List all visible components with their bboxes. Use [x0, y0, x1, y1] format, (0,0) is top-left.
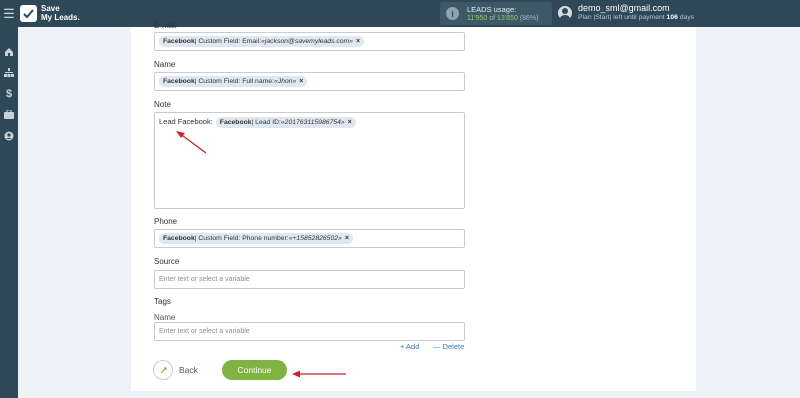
source-placeholder: Enter text or select a variable [159, 276, 250, 283]
sitemap-icon[interactable] [0, 62, 18, 83]
user-icon[interactable] [0, 125, 18, 146]
name-variable-chip[interactable]: Facebook | Custom Field: Full name: «Jho… [159, 76, 308, 87]
note-variable-chip[interactable]: Facebook | Lead ID: «201763115986754» × [215, 117, 356, 128]
tags-label: Tags [154, 297, 171, 306]
info-icon[interactable]: i [446, 7, 459, 20]
usage-title: LEADS usage: [467, 4, 517, 14]
remove-icon[interactable]: × [356, 38, 360, 45]
logo[interactable]: Save My Leads. [20, 4, 80, 22]
tag-name-placeholder: Enter text or select a variable [159, 328, 250, 335]
add-tag-link[interactable]: + Add [400, 342, 419, 351]
user-menu[interactable]: demo_sml@gmail.com Plan |Start| left unt… [558, 3, 694, 23]
menu-icon[interactable]: ☰ [0, 0, 18, 27]
dollar-icon[interactable]: $ [0, 83, 18, 104]
remove-icon[interactable]: × [345, 235, 349, 242]
phone-variable-chip[interactable]: Facebook | Custom Field: Phone number: «… [159, 233, 353, 244]
usage-count: 11'950 of 13'850 (86%) [467, 14, 539, 22]
back-button[interactable]: Back [153, 360, 198, 380]
note-prefix-text: Lead Facebook: [159, 117, 213, 126]
remove-icon[interactable]: × [299, 78, 303, 85]
phone-label: Phone [154, 217, 178, 226]
note-label: Note [154, 100, 171, 109]
source-field[interactable]: Enter text or select a variable [154, 270, 465, 289]
continue-button[interactable]: Continue [222, 360, 287, 380]
top-bar: ☰ Save My Leads. i LEADS usage: 11'950 o… [0, 0, 800, 27]
source-label: Source [154, 257, 180, 266]
phone-field[interactable]: Facebook | Custom Field: Phone number: «… [154, 229, 465, 248]
leads-usage-panel: i LEADS usage: 11'950 of 13'850 (86%) [440, 2, 552, 25]
email-variable-chip[interactable]: Facebook | Custom Field: Email: «jackson… [159, 36, 365, 47]
back-icon [153, 360, 173, 380]
back-label: Back [179, 365, 198, 375]
name-field[interactable]: Facebook | Custom Field: Full name: «Jho… [154, 72, 465, 91]
logo-check-icon [20, 5, 37, 22]
name-label: Name [154, 60, 176, 69]
note-textarea[interactable]: Lead Facebook: Facebook | Lead ID: «2017… [154, 112, 465, 209]
briefcase-icon[interactable] [0, 104, 18, 125]
logo-text: Save My Leads. [41, 4, 80, 22]
email-field[interactable]: Facebook | Custom Field: Email: «jackson… [154, 32, 465, 51]
remove-icon[interactable]: × [348, 119, 352, 126]
sidebar: $ [0, 27, 18, 398]
plan-info: Plan |Start| left until payment 106 days [578, 14, 695, 21]
tag-name-label: Name [154, 313, 176, 322]
avatar-icon [558, 6, 572, 20]
delete-tag-link[interactable]: — Delete [433, 342, 464, 351]
tag-name-field[interactable]: Enter text or select a variable [154, 322, 465, 341]
email-label: E-mail [154, 21, 177, 30]
form-card: E-mail Facebook | Custom Field: Email: «… [131, 21, 696, 391]
home-icon[interactable] [0, 41, 18, 62]
user-email: demo_sml@gmail.com [578, 3, 670, 13]
